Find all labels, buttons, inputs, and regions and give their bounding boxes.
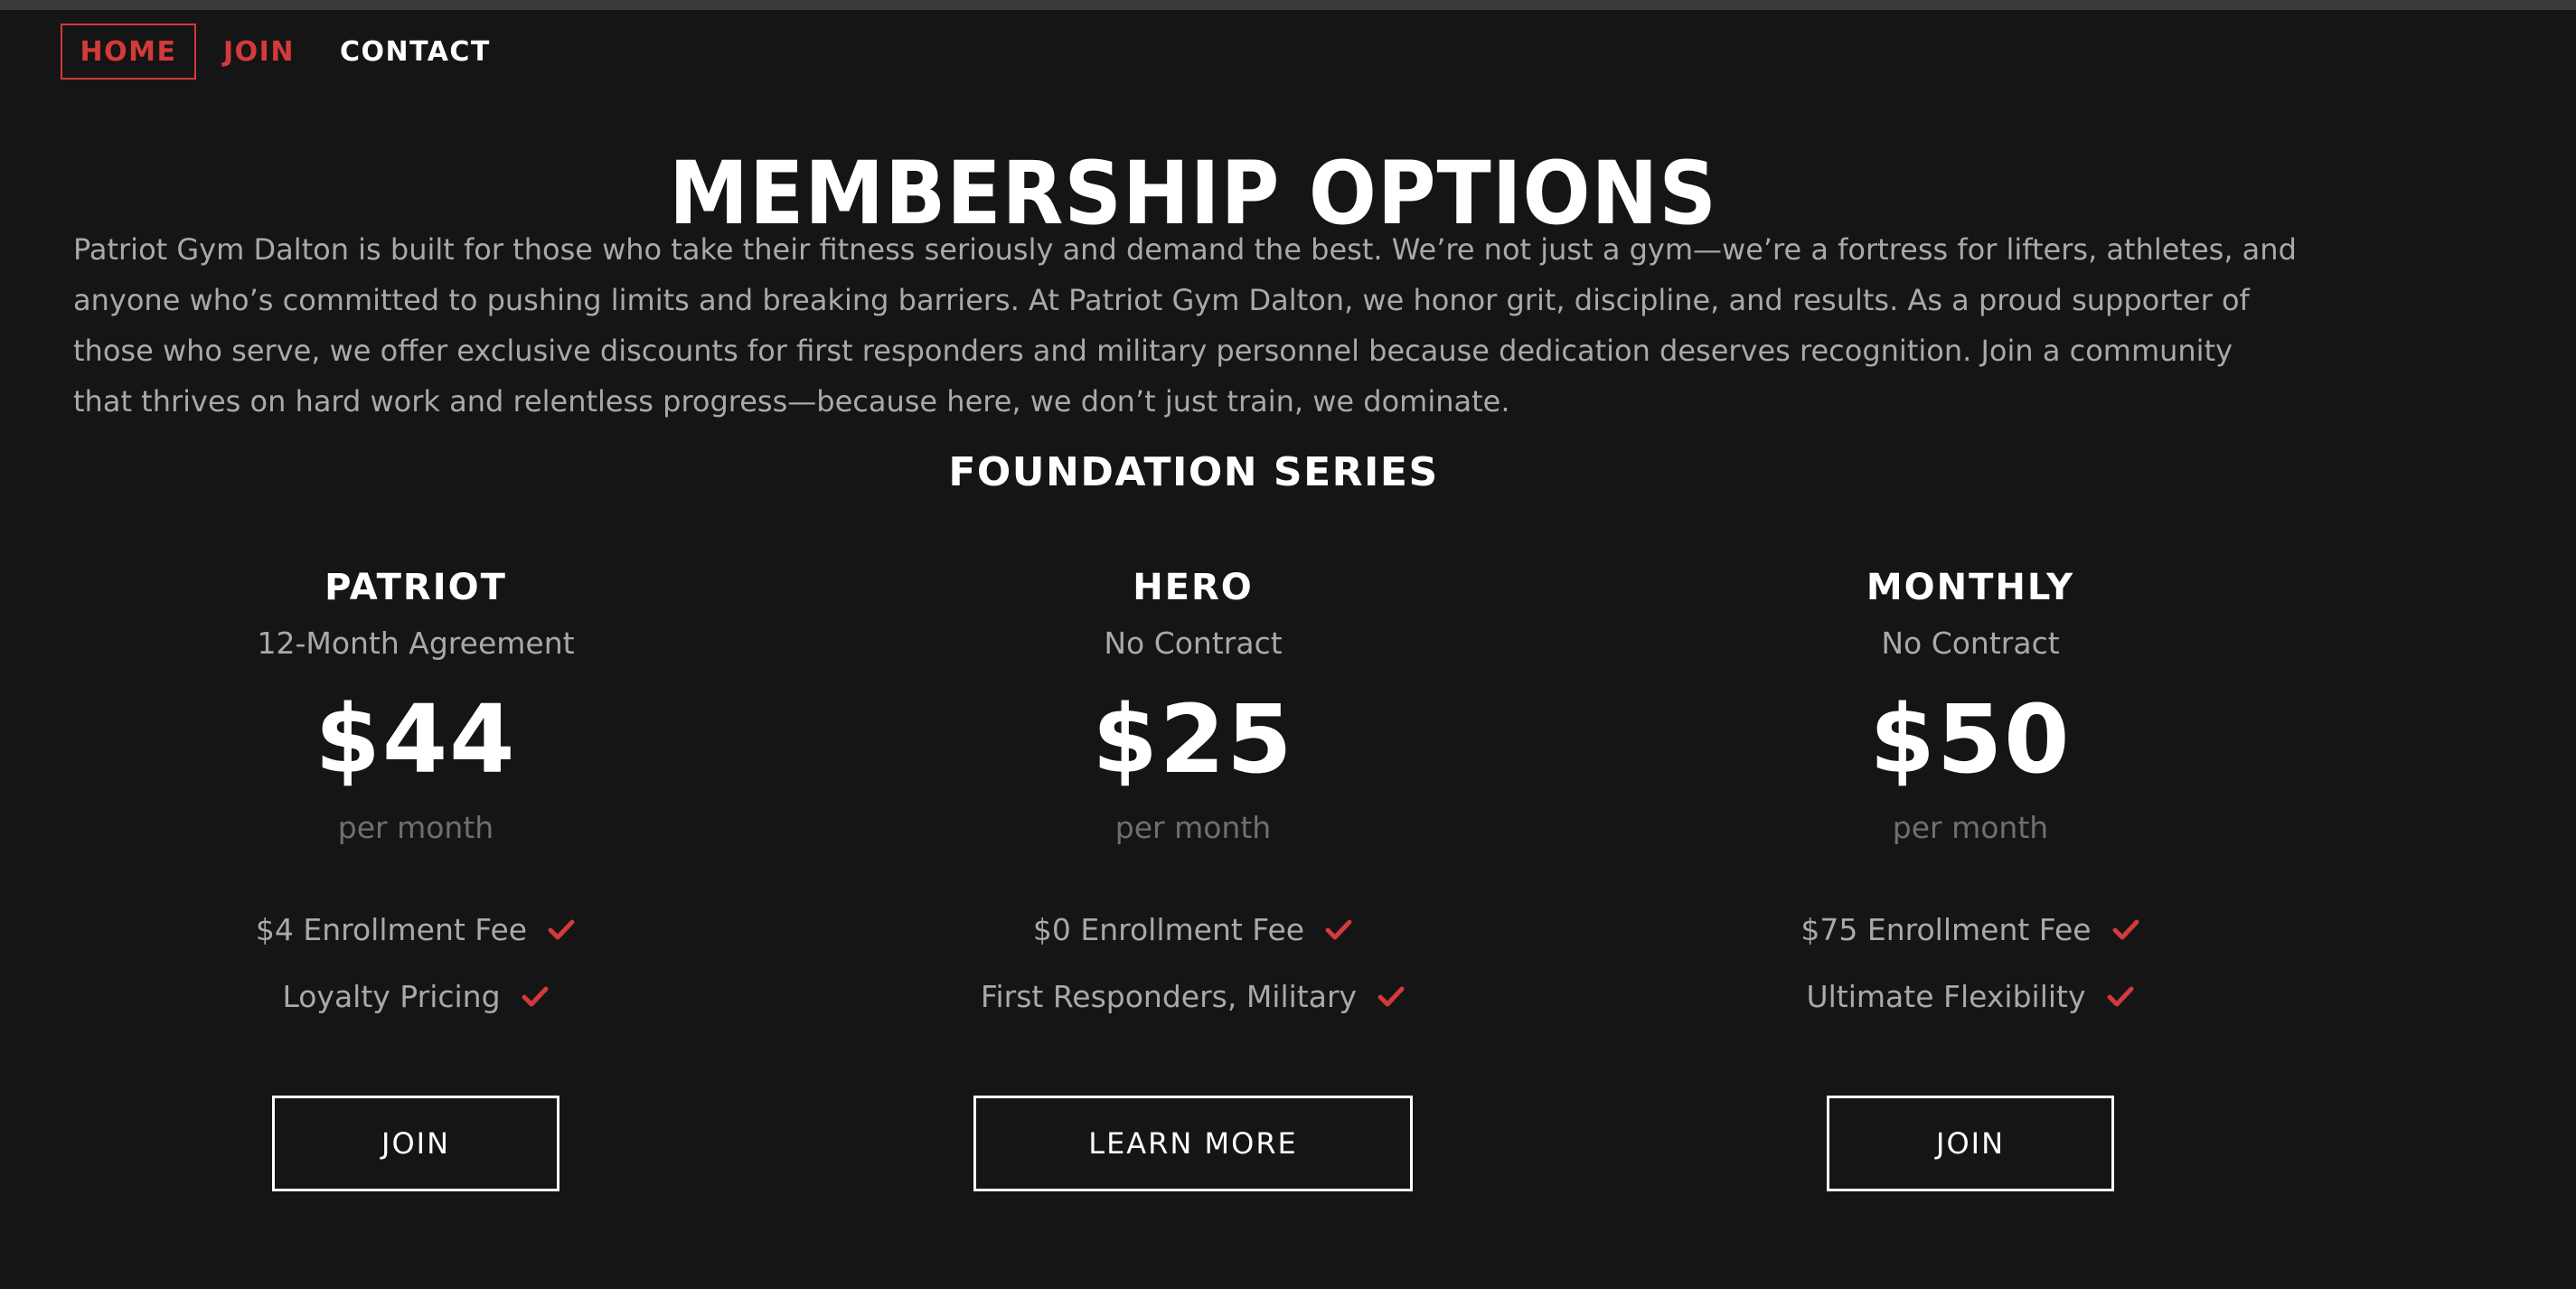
page: HOME JOIN CONTACT MEMBERSHIP OPTIONS Pat… bbox=[0, 0, 2576, 1289]
feature-label: $0 Enrollment Fee bbox=[1032, 911, 1305, 947]
plan-name: HERO bbox=[1133, 567, 1254, 608]
plan-period: per month bbox=[337, 810, 494, 845]
feature-item: First Responders, Military bbox=[922, 974, 1464, 1018]
plan-name: MONTHLY bbox=[1866, 567, 2075, 608]
check-icon bbox=[522, 986, 549, 1007]
nav-home-link[interactable]: HOME bbox=[61, 24, 196, 80]
nav-contact-link[interactable]: CONTACT bbox=[340, 24, 491, 80]
plan-term: No Contract bbox=[1881, 626, 2060, 661]
join-button[interactable]: JOIN bbox=[1827, 1096, 2114, 1191]
feature-label: Ultimate Flexibility bbox=[1806, 978, 2086, 1014]
feature-item: Ultimate Flexibility bbox=[1699, 974, 2242, 1018]
plan-period: per month bbox=[1892, 810, 2049, 845]
main-nav: HOME JOIN CONTACT bbox=[61, 24, 491, 80]
feature-label: $4 Enrollment Fee bbox=[255, 911, 528, 947]
plan-price: $44 bbox=[315, 684, 517, 795]
feature-item: $75 Enrollment Fee bbox=[1699, 908, 2242, 951]
feature-label: Loyalty Pricing bbox=[282, 978, 501, 1014]
plan-card-patriot: PATRIOT 12-Month Agreement $44 per month… bbox=[145, 560, 687, 1191]
plan-price: $50 bbox=[1869, 684, 2072, 795]
plan-term: 12-Month Agreement bbox=[257, 626, 575, 661]
plan-price: $25 bbox=[1092, 684, 1294, 795]
plan-card-hero: HERO No Contract $25 per month $0 Enroll… bbox=[922, 560, 1464, 1191]
feature-item: $0 Enrollment Fee bbox=[922, 908, 1464, 951]
check-icon bbox=[2112, 919, 2139, 940]
check-icon bbox=[1377, 986, 1405, 1007]
plan-features: $4 Enrollment Fee Loyalty Pricing bbox=[145, 908, 687, 1018]
intro-paragraph: Patriot Gym Dalton is built for those wh… bbox=[73, 232, 2297, 419]
join-button[interactable]: JOIN bbox=[272, 1096, 559, 1191]
feature-label: $75 Enrollment Fee bbox=[1800, 911, 2092, 947]
check-icon bbox=[2107, 986, 2134, 1007]
feature-label: First Responders, Military bbox=[980, 978, 1358, 1014]
feature-item: Loyalty Pricing bbox=[145, 974, 687, 1018]
check-icon bbox=[1325, 919, 1352, 940]
feature-item: $4 Enrollment Fee bbox=[145, 908, 687, 951]
nav-join-link[interactable]: JOIN bbox=[223, 24, 295, 80]
check-icon bbox=[548, 919, 575, 940]
series-heading: FOUNDATION SERIES bbox=[948, 448, 1439, 495]
plan-features: $0 Enrollment Fee First Responders, Mili… bbox=[922, 908, 1464, 1018]
top-strip bbox=[0, 0, 2576, 10]
plan-features: $75 Enrollment Fee Ultimate Flexibility bbox=[1699, 908, 2242, 1018]
plan-period: per month bbox=[1114, 810, 1272, 845]
plan-name: PATRIOT bbox=[324, 567, 507, 608]
plan-card-monthly: MONTHLY No Contract $50 per month $75 En… bbox=[1699, 560, 2242, 1191]
plan-term: No Contract bbox=[1104, 626, 1283, 661]
learn-more-button[interactable]: LEARN MORE bbox=[973, 1096, 1413, 1191]
